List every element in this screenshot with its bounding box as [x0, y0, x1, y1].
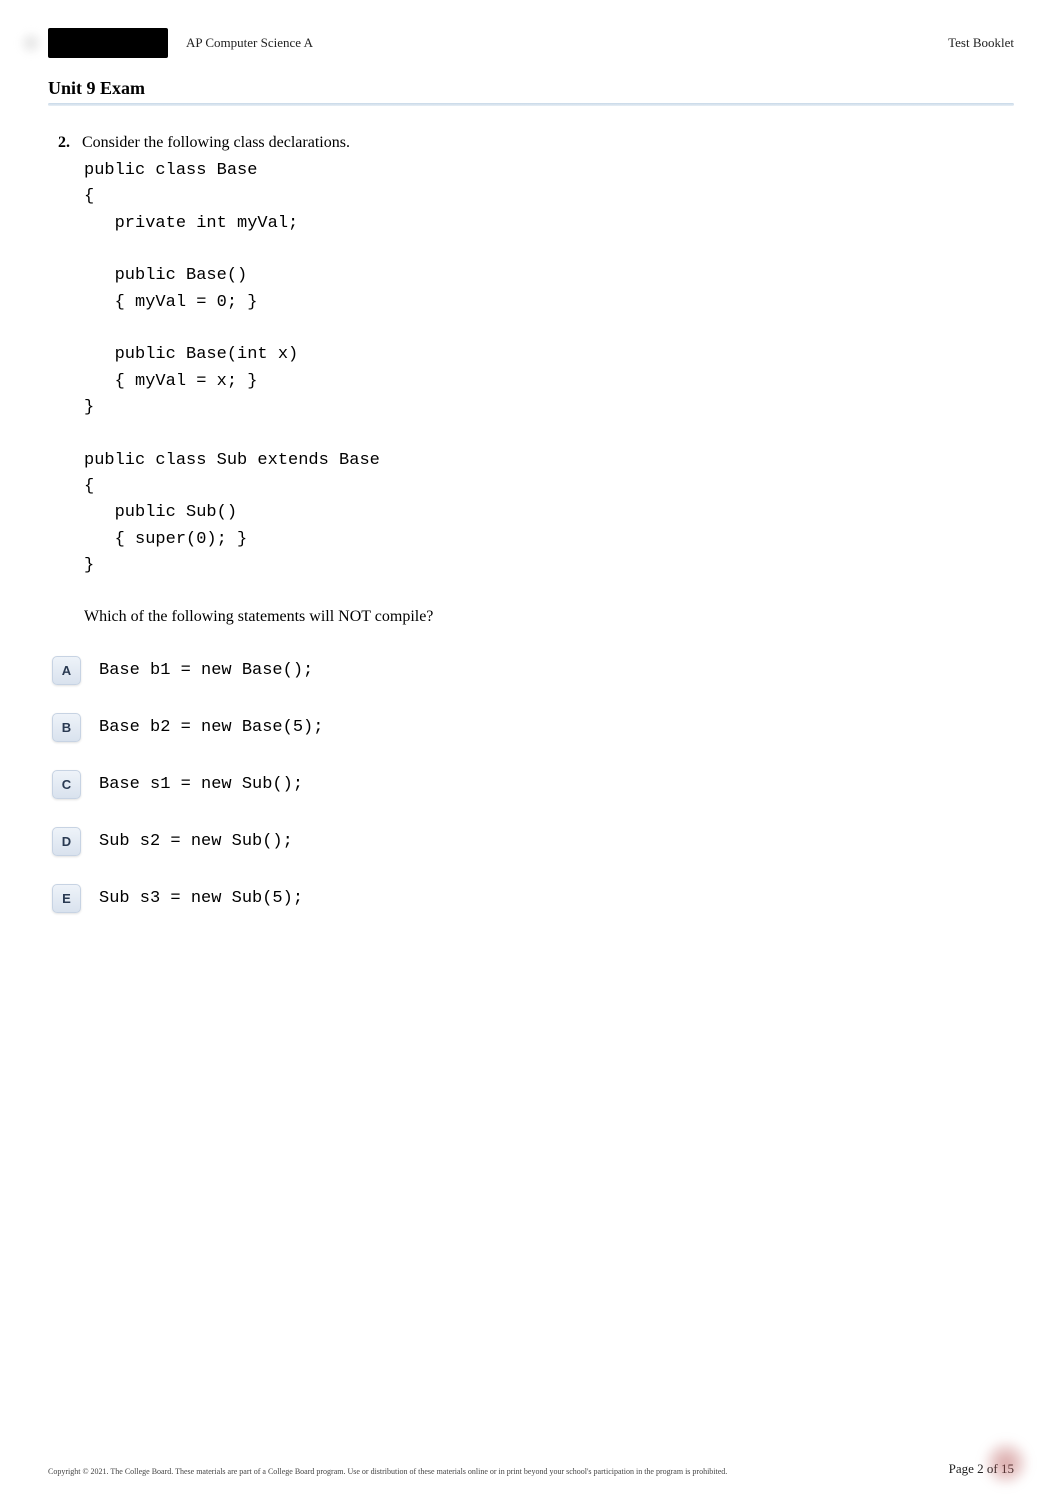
code-block: public class Base { private int myVal; p… [84, 158, 1014, 580]
answer-code: Base b2 = new Base(5); [99, 718, 323, 737]
answer-option-c[interactable]: C Base s1 = new Sub(); [52, 770, 1014, 799]
header: AP Computer Science A Test Booklet [48, 28, 1014, 58]
blur-decoration [18, 30, 44, 56]
title-divider [48, 103, 1014, 106]
blur-decoration [984, 1441, 1028, 1485]
answer-option-e[interactable]: E Sub s3 = new Sub(5); [52, 884, 1014, 913]
question-block: 2. Consider the following class declarat… [48, 134, 1014, 913]
answer-badge: E [52, 884, 81, 913]
footer: Copyright © 2021. The College Board. The… [48, 1461, 1014, 1477]
question-prompt: Which of the following statements will N… [84, 608, 1014, 626]
booklet-label: Test Booklet [948, 35, 1014, 51]
answer-badge: B [52, 713, 81, 742]
exam-title: Unit 9 Exam [48, 78, 1014, 99]
answer-option-d[interactable]: D Sub s2 = new Sub(); [52, 827, 1014, 856]
answer-code: Sub s2 = new Sub(); [99, 832, 293, 851]
question-intro: Consider the following class declaration… [82, 134, 350, 152]
answer-code: Base b1 = new Base(); [99, 661, 313, 680]
answer-option-b[interactable]: B Base b2 = new Base(5); [52, 713, 1014, 742]
header-left: AP Computer Science A [48, 28, 313, 58]
copyright-text: Copyright © 2021. The College Board. The… [48, 1467, 727, 1477]
question-number: 2. [48, 134, 70, 152]
answer-badge: A [52, 656, 81, 685]
redacted-logo [48, 28, 168, 58]
answer-badge: D [52, 827, 81, 856]
course-name: AP Computer Science A [186, 35, 313, 51]
answer-option-a[interactable]: A Base b1 = new Base(); [52, 656, 1014, 685]
answer-code: Base s1 = new Sub(); [99, 775, 303, 794]
answer-code: Sub s3 = new Sub(5); [99, 889, 303, 908]
answer-badge: C [52, 770, 81, 799]
question-header: 2. Consider the following class declarat… [48, 134, 1014, 152]
answer-list: A Base b1 = new Base(); B Base b2 = new … [48, 656, 1014, 913]
